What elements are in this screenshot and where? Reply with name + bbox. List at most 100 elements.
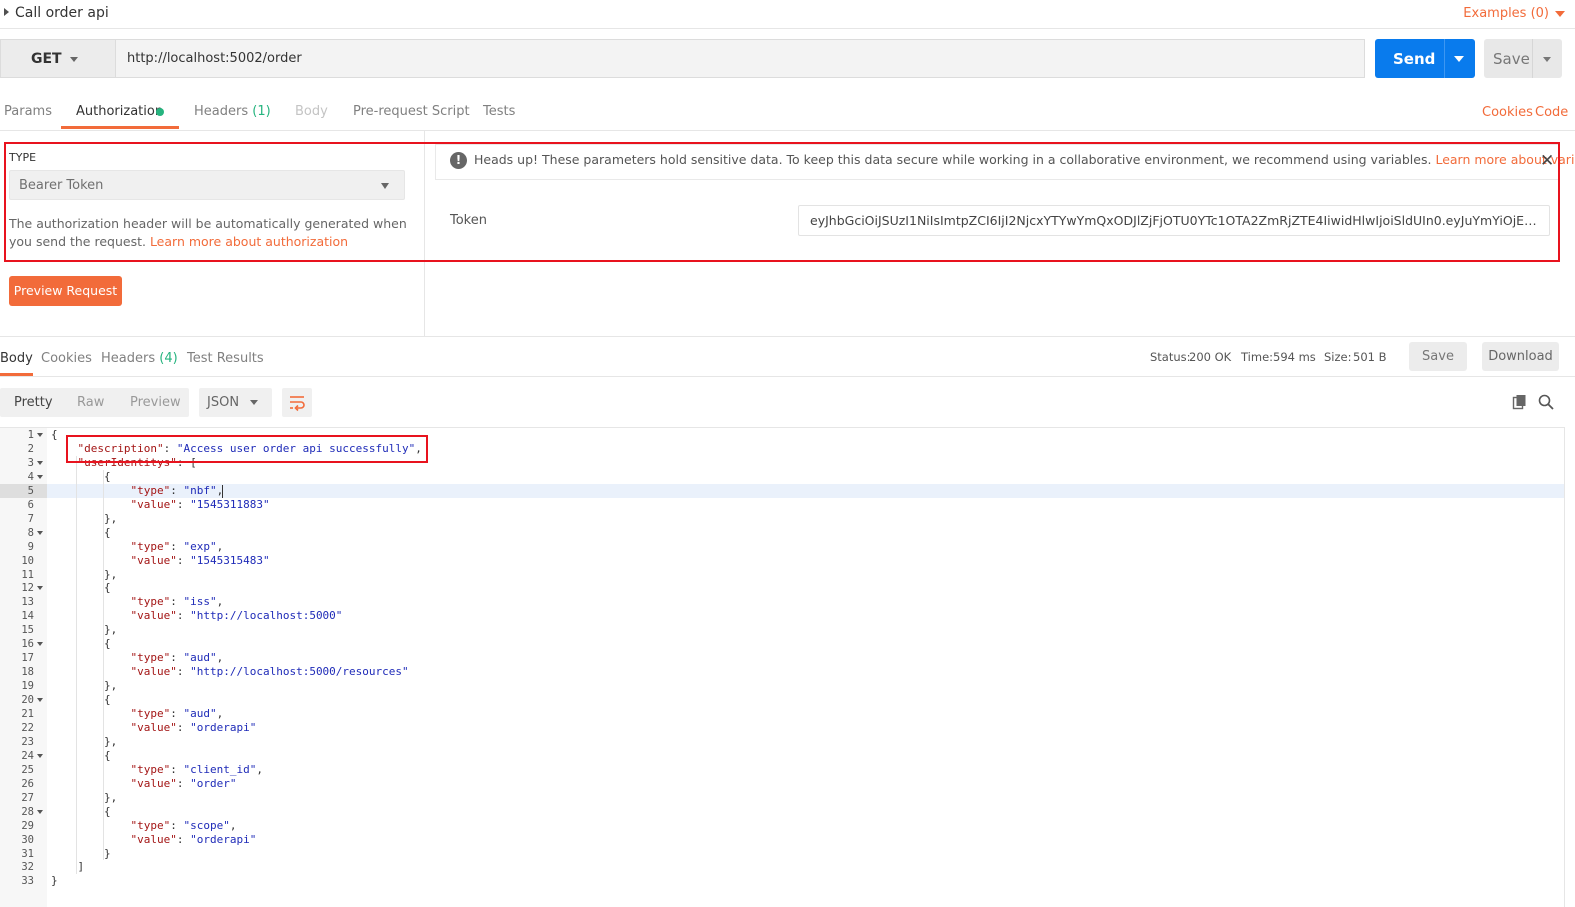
view-pretty-button[interactable]: Pretty (14, 395, 53, 410)
code-line: { (104, 525, 111, 539)
indent-guide (103, 469, 104, 861)
tab-headers[interactable]: Headers (1) (194, 104, 271, 119)
code-line: } (104, 846, 111, 860)
highlight-box (4, 142, 1560, 262)
send-button-label: Send (1393, 50, 1436, 68)
tab-params[interactable]: Params (4, 104, 52, 119)
view-preview-button[interactable]: Preview (130, 395, 181, 410)
active-tab-indicator (61, 126, 179, 129)
send-button-divider (1444, 39, 1445, 78)
code-line: { (51, 428, 58, 441)
response-save-button[interactable]: Save (1409, 342, 1467, 371)
code-line: { (104, 804, 111, 818)
send-options-chevron-icon[interactable] (1454, 56, 1464, 62)
line-number: 7 (27, 512, 34, 525)
text-cursor (222, 485, 223, 498)
request-name-bar (0, 0, 1575, 29)
examples-dropdown[interactable]: Examples (0) (1463, 6, 1549, 21)
response-tab-headers-label: Headers (101, 351, 156, 366)
line-number: 31 (21, 847, 34, 860)
cookies-link[interactable]: Cookies (1482, 105, 1533, 120)
fold-caret-icon[interactable] (37, 642, 43, 647)
save-options-chevron-icon[interactable] (1543, 57, 1551, 62)
line-number: 22 (21, 721, 34, 734)
wrap-lines-button[interactable] (282, 388, 312, 417)
search-icon[interactable] (1538, 394, 1554, 414)
code-line: "value": "1545315483" (130, 553, 270, 567)
line-number: 17 (21, 652, 34, 665)
code-line: { (104, 469, 111, 483)
line-number: 5 (27, 484, 34, 497)
code-link[interactable]: Code (1535, 105, 1568, 120)
status-value: 200 OK (1189, 350, 1232, 364)
collapse-caret-icon[interactable] (4, 8, 9, 16)
fold-caret-icon[interactable] (37, 586, 43, 591)
response-headers-count-badge: (4) (159, 351, 178, 366)
line-number: 6 (27, 498, 34, 511)
response-divider (0, 336, 1575, 337)
tab-authorization[interactable]: Authorization (76, 104, 163, 119)
active-line-highlight (47, 484, 1564, 498)
download-button[interactable]: Download (1482, 342, 1559, 371)
format-select-value: JSON (207, 395, 240, 410)
view-raw-button[interactable]: Raw (77, 395, 104, 410)
time-value: 594 ms (1273, 350, 1316, 364)
headers-count-badge: (1) (252, 104, 271, 119)
response-tab-body[interactable]: Body (0, 351, 33, 366)
line-number: 11 (21, 568, 34, 581)
request-name[interactable]: Call order api (15, 5, 109, 21)
line-number: 12 (21, 582, 34, 595)
code-line: { (104, 581, 111, 595)
line-number: 32 (21, 861, 34, 874)
response-tab-headers[interactable]: Headers (4) (101, 351, 178, 366)
code-line: }, (104, 511, 118, 525)
response-tab-test-results[interactable]: Test Results (187, 351, 264, 366)
line-number: 18 (21, 666, 34, 679)
fold-caret-icon[interactable] (37, 474, 43, 479)
response-tab-cookies[interactable]: Cookies (41, 351, 92, 366)
save-button-divider (1532, 39, 1533, 78)
fold-caret-icon[interactable] (37, 809, 43, 814)
active-tab-indicator (0, 373, 33, 376)
code-line: }, (104, 567, 118, 581)
fold-caret-icon[interactable] (37, 530, 43, 535)
line-number: 33 (21, 875, 34, 888)
code-line: { (104, 693, 111, 707)
code-line: "value": "http://localhost:5000/resource… (130, 665, 409, 679)
code-line: "value": "http://localhost:5000" (130, 609, 343, 623)
preview-request-button[interactable]: Preview Request (9, 276, 122, 306)
url-input[interactable]: http://localhost:5002/order (115, 39, 1365, 78)
copy-icon[interactable] (1512, 394, 1528, 414)
line-number: 8 (27, 526, 34, 539)
size-value: 501 B (1353, 350, 1387, 364)
fold-caret-icon[interactable] (37, 753, 43, 758)
code-line: "type": "nbf", (130, 483, 224, 497)
tab-pre-request-script[interactable]: Pre-request Script (353, 104, 470, 119)
code-line: }, (104, 734, 118, 748)
code-line: }, (104, 790, 118, 804)
line-number: 2 (27, 442, 34, 455)
tab-tests[interactable]: Tests (483, 104, 515, 119)
line-number: 21 (21, 708, 34, 720)
line-number: 23 (21, 735, 34, 748)
code-line: }, (104, 679, 118, 693)
response-tabs-border (0, 376, 1575, 377)
method-label: GET (31, 51, 62, 67)
chevron-down-icon[interactable] (1555, 11, 1565, 17)
tab-body[interactable]: Body (295, 104, 328, 119)
line-number: 28 (21, 805, 34, 818)
fold-caret-icon[interactable] (37, 460, 43, 465)
line-number: 26 (21, 777, 34, 790)
size-label: Size: (1324, 350, 1352, 364)
fold-caret-icon[interactable] (37, 433, 43, 437)
fold-caret-icon[interactable] (37, 698, 43, 703)
line-number: 27 (21, 791, 34, 804)
time-label: Time: (1241, 350, 1274, 364)
status-label: Status: (1150, 350, 1191, 364)
code-line: "type": "scope", (130, 818, 237, 832)
highlight-box (66, 435, 428, 463)
save-button-label: Save (1493, 50, 1530, 68)
code-line: { (104, 748, 111, 762)
code-line: ] (77, 860, 85, 874)
line-number: 4 (27, 470, 34, 483)
